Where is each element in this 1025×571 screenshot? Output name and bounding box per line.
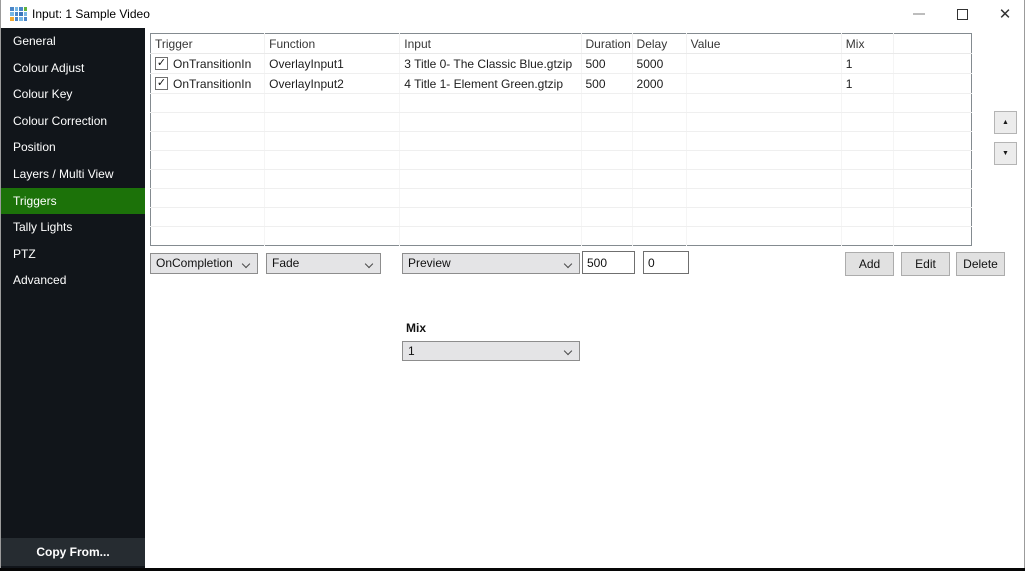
delete-button[interactable]: Delete — [956, 252, 1005, 276]
mix-label: Mix — [406, 321, 426, 335]
table-empty-row[interactable] — [151, 208, 972, 227]
table-empty-row[interactable] — [151, 94, 972, 113]
sidebar-item-position[interactable]: Position — [1, 134, 145, 161]
copy-from-button[interactable]: Copy From... — [1, 538, 145, 566]
trigger-type-dropdown[interactable]: OnCompletion — [150, 253, 258, 274]
cell-delay: 2000 — [632, 74, 686, 94]
input-value: Preview — [408, 256, 451, 270]
cell-duration: 500 — [581, 54, 632, 74]
sidebar-item-advanced[interactable]: Advanced — [1, 267, 145, 294]
vmix-input-icon — [10, 7, 27, 21]
add-button[interactable]: Add — [845, 252, 894, 276]
cell-input: 3 Title 0- The Classic Blue.gtzip — [400, 54, 581, 74]
table-header-row: Trigger Function Input Duration Delay Va… — [151, 34, 972, 54]
input-dropdown[interactable]: Preview — [402, 253, 580, 274]
cell-function: OverlayInput1 — [265, 54, 400, 74]
chevron-down-icon — [564, 260, 572, 268]
settings-sidebar: General Colour Adjust Colour Key Colour … — [1, 28, 145, 568]
title-bar: Input: 1 Sample Video ✕ — [1, 0, 1024, 28]
move-down-button[interactable]: ▼ — [994, 142, 1017, 165]
sidebar-item-colour-correction[interactable]: Colour Correction — [1, 108, 145, 135]
cell-trigger: OnTransitionIn — [173, 77, 251, 91]
sidebar-item-triggers[interactable]: Triggers — [1, 188, 145, 215]
cell-duration: 500 — [581, 74, 632, 94]
sidebar-item-ptz[interactable]: PTZ — [1, 241, 145, 268]
window-title: Input: 1 Sample Video — [32, 7, 150, 21]
down-arrow-icon: ▼ — [1002, 150, 1009, 157]
cell-delay: 5000 — [632, 54, 686, 74]
move-up-button[interactable]: ▲ — [994, 111, 1017, 134]
cell-trigger: OnTransitionIn — [173, 57, 251, 71]
mix-dropdown[interactable]: 1 — [402, 341, 580, 361]
table-empty-row[interactable] — [151, 113, 972, 132]
column-header-value[interactable]: Value — [686, 34, 841, 54]
sidebar-item-colour-adjust[interactable]: Colour Adjust — [1, 55, 145, 82]
cell-mix: 1 — [841, 74, 893, 94]
up-arrow-icon: ▲ — [1002, 119, 1009, 126]
table-empty-row[interactable] — [151, 132, 972, 151]
minimize-icon — [913, 13, 925, 15]
sidebar-item-layers-multi-view[interactable]: Layers / Multi View — [1, 161, 145, 188]
cell-value — [686, 74, 841, 94]
chevron-down-icon — [365, 260, 373, 268]
table-empty-row[interactable] — [151, 151, 972, 170]
table-empty-row[interactable] — [151, 170, 972, 189]
sidebar-item-general[interactable]: General — [1, 28, 145, 55]
sidebar-item-colour-key[interactable]: Colour Key — [1, 81, 145, 108]
mix-value: 1 — [408, 344, 415, 358]
maximize-icon — [957, 9, 968, 20]
input-settings-window: Input: 1 Sample Video ✕ General Colour A… — [0, 0, 1025, 571]
minimize-button[interactable] — [900, 0, 938, 28]
cell-function: OverlayInput2 — [265, 74, 400, 94]
close-button[interactable]: ✕ — [986, 0, 1024, 28]
delay-field[interactable] — [643, 251, 689, 274]
table-empty-row[interactable] — [151, 189, 972, 208]
table-row[interactable]: ✓ OnTransitionIn OverlayInput2 4 Title 1-… — [151, 74, 972, 94]
column-header-delay[interactable]: Delay — [632, 34, 686, 54]
column-header-input[interactable]: Input — [400, 34, 581, 54]
cell-mix: 1 — [841, 54, 893, 74]
trigger-type-value: OnCompletion — [156, 256, 233, 270]
chevron-down-icon — [242, 260, 250, 268]
table-empty-row[interactable] — [151, 227, 972, 246]
triggers-table: Trigger Function Input Duration Delay Va… — [150, 33, 972, 246]
function-dropdown[interactable]: Fade — [266, 253, 381, 274]
cell-blank — [893, 54, 971, 74]
maximize-button[interactable] — [943, 0, 981, 28]
sidebar-item-tally-lights[interactable]: Tally Lights — [1, 214, 145, 241]
function-value: Fade — [272, 256, 299, 270]
row-checkbox[interactable]: ✓ — [155, 77, 168, 90]
row-checkbox[interactable]: ✓ — [155, 57, 168, 70]
column-header-mix[interactable]: Mix — [841, 34, 893, 54]
column-header-function[interactable]: Function — [265, 34, 400, 54]
column-header-trigger[interactable]: Trigger — [151, 34, 265, 54]
column-header-duration[interactable]: Duration — [581, 34, 632, 54]
duration-field[interactable] — [582, 251, 635, 274]
edit-button[interactable]: Edit — [901, 252, 950, 276]
chevron-down-icon — [564, 347, 572, 355]
cell-value — [686, 54, 841, 74]
cell-blank — [893, 74, 971, 94]
cell-input: 4 Title 1- Element Green.gtzip — [400, 74, 581, 94]
column-header-blank — [893, 34, 971, 54]
table-row[interactable]: ✓ OnTransitionIn OverlayInput1 3 Title 0-… — [151, 54, 972, 74]
